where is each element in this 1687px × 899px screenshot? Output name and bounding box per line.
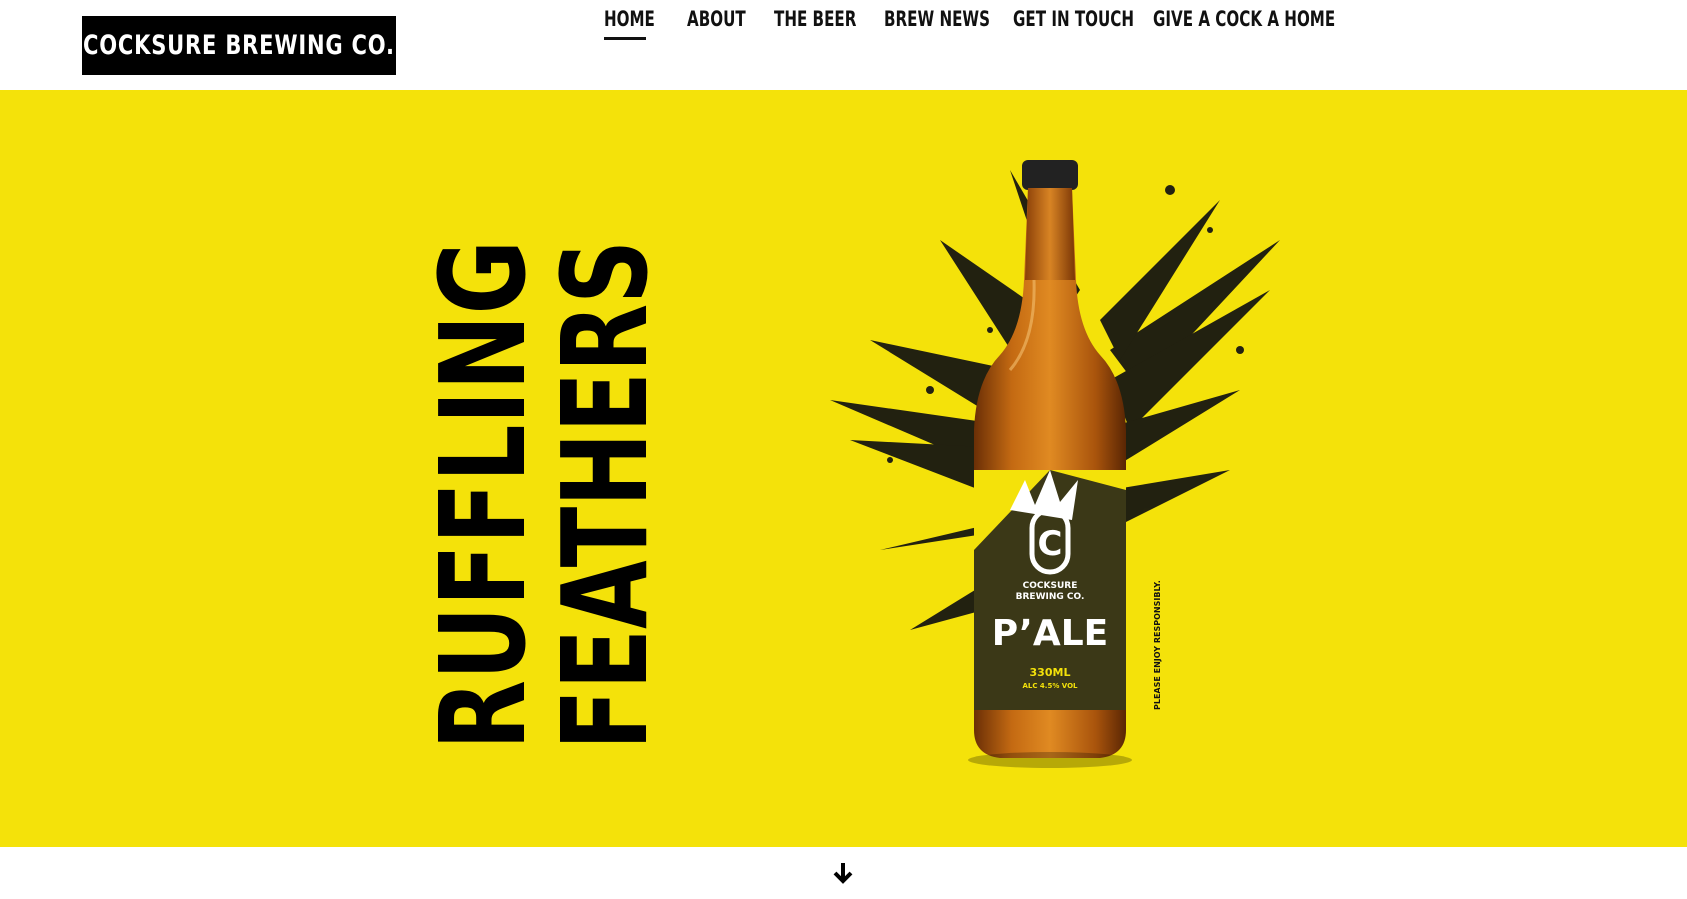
- bottle-product-name: P’ALE: [992, 613, 1108, 654]
- bottle-side-text: PLEASE ENJOY RESPONSIBLY.: [1153, 580, 1162, 710]
- bottle-brand-line2: BREWING CO.: [1016, 592, 1085, 602]
- bottle-brand-line1: COCKSURE: [1023, 581, 1078, 591]
- site-header: COCKSURE BREWING CO. HOME ABOUT THE BEER…: [0, 0, 1687, 90]
- nav-item-about[interactable]: ABOUT: [687, 0, 769, 40]
- nav-item-home[interactable]: HOME: [604, 0, 675, 40]
- bottle-monogram: C: [1038, 524, 1063, 564]
- bottle-body: C COCKSURE BREWING CO. P’ALE 330ML ALC 4…: [968, 160, 1132, 768]
- logo-text: COCKSURE BREWING CO.: [83, 30, 395, 61]
- nav-item-brew-news[interactable]: BREW NEWS: [884, 0, 1031, 40]
- hero-headline: RUFFLING FEATHERS: [414, 240, 674, 750]
- arrow-down-icon[interactable]: [830, 860, 856, 886]
- headline-line-2: FEATHERS: [536, 240, 654, 750]
- headline-line-1: RUFFLING: [424, 240, 552, 750]
- nav-item-the-beer[interactable]: THE BEER: [774, 0, 888, 40]
- bottle-volume: 330ML: [1030, 666, 1071, 679]
- bottle-abv: ALC 4.5% VOL: [1022, 682, 1078, 690]
- site-logo[interactable]: COCKSURE BREWING CO.: [82, 16, 396, 75]
- beer-bottle-image: C COCKSURE BREWING CO. P’ALE 330ML ALC 4…: [810, 130, 1290, 830]
- nav-item-give-a-cock-a-home[interactable]: GIVE A COCK A HOME: [1153, 0, 1406, 40]
